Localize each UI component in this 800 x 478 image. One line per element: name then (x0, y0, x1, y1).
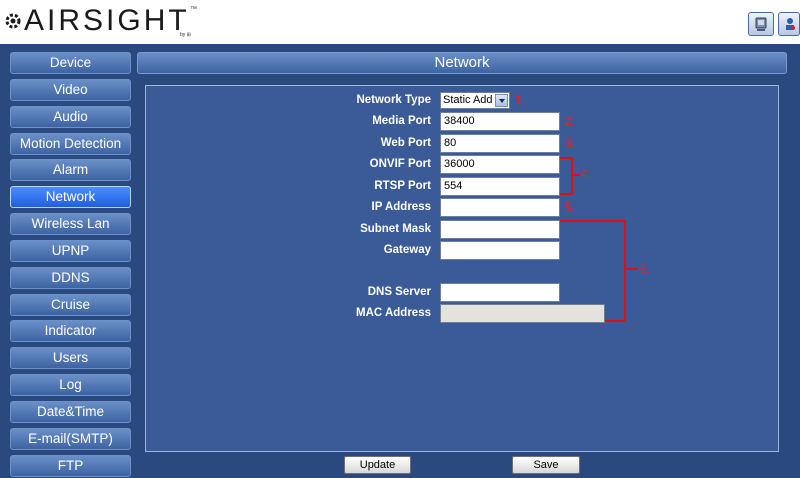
annotation-3: 3. (565, 136, 576, 150)
sidebar-item-cruise[interactable]: Cruise (10, 293, 131, 316)
annotation-4: 4. (581, 167, 592, 181)
camera-settings-button[interactable] (778, 12, 800, 36)
rtsp-port-input[interactable]: 554 (440, 177, 560, 196)
media-port-label: Media Port (372, 115, 431, 127)
sidebar-item-users[interactable]: Users (10, 347, 131, 370)
sidebar-item-audio[interactable]: Audio (10, 105, 131, 128)
sidebar-item-alarm[interactable]: Alarm (10, 159, 131, 182)
onvif-port-input[interactable]: 36000 (440, 155, 560, 174)
sidebar-item-motion-detection[interactable]: Motion Detection (10, 132, 131, 155)
sidebar-item-video[interactable]: Video (10, 78, 131, 101)
save-button[interactable]: Save (512, 456, 580, 474)
pc-icon (755, 17, 767, 31)
sidebar-item-email-smtp[interactable]: E-mail(SMTP) (10, 427, 131, 450)
sidebar-item-ftp[interactable]: FTP (10, 454, 131, 477)
annotation-1: 1. (515, 93, 526, 107)
sidebar-item-network[interactable]: Network (10, 186, 131, 209)
annotation-6-pointer (626, 268, 638, 270)
logo-subtitle: by ⊞ (180, 32, 191, 38)
annotation-4-bracket-side (571, 157, 573, 195)
sidebar-item-date-time[interactable]: Date&Time (10, 400, 131, 423)
chevron-down-icon[interactable] (495, 94, 508, 107)
sidebar-item-indicator[interactable]: Indicator (10, 320, 131, 343)
rtsp-port-label: RTSP Port (374, 180, 431, 192)
network-type-label: Network Type (356, 94, 431, 106)
annotation-6-bracket-bottom (605, 320, 625, 322)
subnet-mask-input[interactable] (440, 220, 560, 239)
network-type-select[interactable]: Static Add (440, 92, 510, 109)
annotation-4-bracket-bottom (560, 193, 572, 195)
airsight-logo: AIRSIGHT ™ by ⊞ (4, 4, 204, 40)
gateway-label: Gateway (383, 244, 431, 256)
mac-address-input (440, 304, 605, 323)
dns-server-input[interactable] (440, 283, 560, 302)
annotation-4-pointer (572, 174, 580, 176)
page-title: Network (137, 52, 787, 74)
sidebar-item-device[interactable]: Device (10, 52, 131, 74)
header-divider (0, 44, 800, 48)
web-port-input[interactable]: 80 (440, 134, 560, 153)
annotation-6: 6. (640, 262, 651, 276)
media-port-input[interactable]: 38400 (440, 112, 560, 131)
ip-address-label: IP Address (371, 201, 431, 213)
subnet-mask-label: Subnet Mask (360, 223, 431, 235)
annotation-6-bracket-top (560, 220, 625, 222)
mac-address-label: MAC Address (356, 307, 431, 319)
camera-settings-icon (786, 18, 795, 30)
network-type-value: Static Add (443, 94, 493, 106)
gateway-input[interactable] (440, 241, 560, 260)
header: AIRSIGHT ™ by ⊞ (0, 0, 800, 44)
logo-gear-icon (5, 13, 21, 29)
pc-button[interactable] (748, 12, 774, 36)
annotation-5: 5. (565, 200, 576, 214)
logo-trademark: ™ (190, 6, 197, 13)
annotation-2: 2. (565, 114, 576, 128)
annotation-6-bracket-side (624, 220, 626, 322)
logo-text: AIRSIGHT (24, 4, 190, 37)
sidebar-item-ddns[interactable]: DDNS (10, 266, 131, 289)
sidebar-item-upnp[interactable]: UPNP (10, 239, 131, 262)
dns-server-label: DNS Server (367, 286, 431, 298)
web-port-label: Web Port (380, 137, 431, 149)
sidebar-item-wireless-lan[interactable]: Wireless Lan (10, 213, 131, 236)
ip-address-input[interactable] (440, 198, 560, 217)
sidebar-item-log[interactable]: Log (10, 374, 131, 397)
onvif-port-label: ONVIF Port (369, 158, 431, 170)
sidebar: Device Video Audio Motion Detection Alar… (10, 52, 131, 478)
update-button[interactable]: Update (344, 456, 411, 474)
